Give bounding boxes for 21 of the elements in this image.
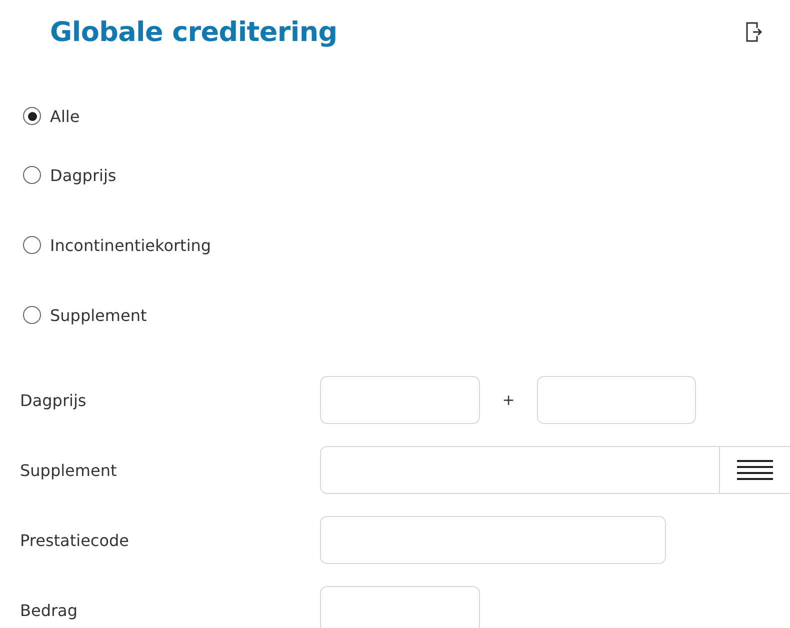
plus-sign: + (501, 391, 516, 409)
radio-button[interactable] (23, 236, 41, 254)
radio-button[interactable] (23, 306, 41, 324)
menu-icon (737, 459, 773, 481)
input-field[interactable] (320, 376, 480, 424)
page-title: Globale creditering (50, 16, 338, 48)
radio-option[interactable]: Supplement (23, 299, 790, 331)
radio-button[interactable] (23, 107, 41, 125)
field-label: Dagprijs (20, 390, 88, 410)
field-label: Supplement (20, 460, 118, 480)
radio-option[interactable]: Incontinentiekorting (23, 229, 790, 261)
field-label: Prestatiecode (20, 530, 130, 550)
input-field[interactable] (320, 446, 790, 494)
input-field[interactable] (320, 586, 480, 628)
radio-option[interactable]: Dagprijs (23, 159, 790, 191)
input-field[interactable] (320, 516, 666, 564)
field-label: Bedrag (20, 600, 79, 620)
radio-option[interactable]: Alle (23, 100, 790, 132)
exit-icon[interactable] (746, 22, 764, 42)
radio-button[interactable] (23, 166, 41, 184)
input-field[interactable] (537, 376, 696, 424)
